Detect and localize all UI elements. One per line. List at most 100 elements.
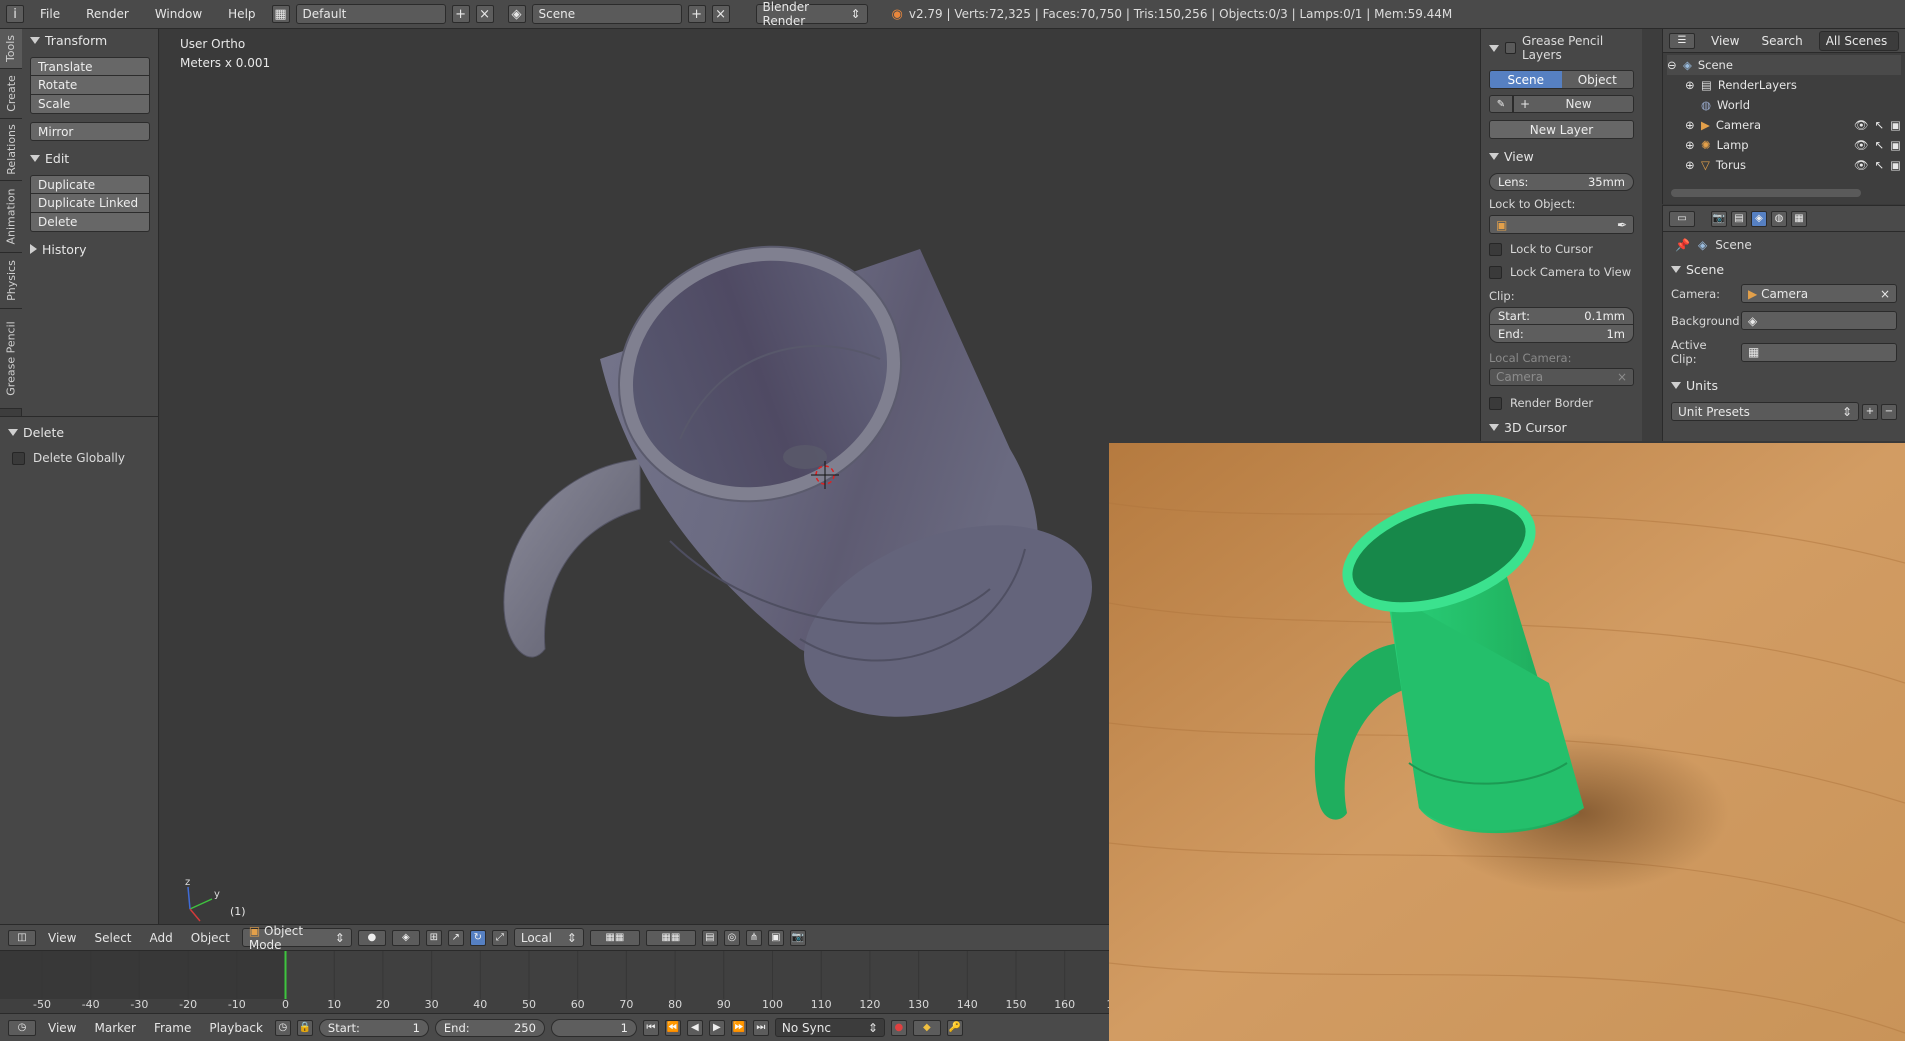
- outliner-menu-search[interactable]: Search: [1755, 34, 1808, 48]
- jump-start-icon[interactable]: ⏮: [642, 1019, 659, 1036]
- outliner-item-world[interactable]: ◍ World: [1667, 95, 1901, 115]
- translate-manipulator-icon[interactable]: ↗: [447, 929, 464, 946]
- next-keyframe-icon[interactable]: ⏩: [730, 1019, 747, 1036]
- marker-menu[interactable]: Marker: [88, 1021, 141, 1035]
- menu-render[interactable]: Render: [76, 7, 139, 21]
- screen-layout-icon[interactable]: ▦: [271, 5, 290, 23]
- rotate-button[interactable]: Rotate: [30, 76, 150, 95]
- render-engine-dropdown[interactable]: Blender Render ⇕: [755, 0, 868, 28]
- add-preset-button[interactable]: +: [1862, 403, 1878, 420]
- render-border-checkbox[interactable]: [1489, 396, 1502, 410]
- select-arrow-icon[interactable]: ↖: [1874, 138, 1884, 152]
- add-menu[interactable]: Add: [144, 931, 179, 945]
- tab-animation[interactable]: Animation: [0, 181, 22, 253]
- lock-camera-checkbox[interactable]: [1489, 265, 1502, 279]
- translate-button[interactable]: Translate: [30, 57, 150, 76]
- menu-window[interactable]: Window: [145, 7, 212, 21]
- mode-dropdown[interactable]: ▣ Object Mode ⇕: [241, 924, 352, 952]
- new-layer-button[interactable]: New Layer: [1489, 120, 1634, 139]
- snap-icon[interactable]: ⋔: [745, 929, 762, 946]
- visibility-eye-icon[interactable]: 👁: [1854, 138, 1869, 152]
- tab-physics[interactable]: Physics: [0, 253, 22, 309]
- transform-panel-header[interactable]: Transform: [22, 29, 158, 51]
- 3d-view-editor-icon[interactable]: ◫: [8, 929, 36, 946]
- 3d-cursor-panel-header[interactable]: 3D Cursor: [1481, 416, 1642, 438]
- tab-grease-pencil[interactable]: Grease Pencil: [0, 309, 22, 409]
- remove-layout-button[interactable]: ×: [475, 5, 494, 23]
- frame-menu[interactable]: Frame: [148, 1021, 197, 1035]
- pivot-icon[interactable]: ◈: [391, 929, 420, 946]
- outliner-item-renderlayers[interactable]: ⊕ ▤ RenderLayers: [1667, 75, 1901, 95]
- info-editor-icon[interactable]: i: [6, 5, 24, 23]
- gp-new-button[interactable]: + New: [1513, 95, 1634, 113]
- timeline[interactable]: -50 -40 -30 -20 -10 0 10 20 30 40 50 60 70 80 90 100 110…: [0, 950, 1120, 1014]
- menu-help[interactable]: Help: [218, 7, 265, 21]
- manipulator-toggle-icon[interactable]: ⊞: [425, 929, 442, 946]
- jump-end-icon[interactable]: ⏭: [752, 1019, 769, 1036]
- play-reverse-icon[interactable]: ◀: [686, 1019, 703, 1036]
- visibility-eye-icon[interactable]: 👁: [1854, 158, 1869, 172]
- outliner-item-lamp[interactable]: ⊕ ✺ Lamp 👁 ↖ ▣: [1667, 135, 1901, 155]
- clip-start-field[interactable]: Start: 0.1mm: [1489, 307, 1634, 325]
- unit-presets-dropdown[interactable]: Unit Presets ⇕: [1671, 402, 1859, 421]
- outliner-item-torus[interactable]: ⊕ ▽ Torus 👁 ↖ ▣: [1667, 155, 1901, 175]
- screen-layout-field[interactable]: Default: [295, 4, 446, 24]
- current-frame-field[interactable]: 1: [550, 1018, 637, 1037]
- clip-end-field[interactable]: End: 1m: [1489, 325, 1634, 343]
- render-preview-icon[interactable]: 📷: [789, 929, 806, 946]
- lock-camera-option[interactable]: Lock Camera to View: [1489, 265, 1634, 279]
- render-icon[interactable]: ▣: [1890, 138, 1901, 152]
- record-icon[interactable]: ●: [890, 1019, 907, 1036]
- remove-preset-button[interactable]: −: [1881, 403, 1897, 420]
- render-layer-icon[interactable]: ▤: [701, 929, 718, 946]
- view-menu[interactable]: View: [42, 931, 82, 945]
- object-menu[interactable]: Object: [185, 931, 236, 945]
- render-icon[interactable]: ▣: [1890, 158, 1901, 172]
- orientation-dropdown[interactable]: Local ⇕: [513, 928, 584, 947]
- scene-icon[interactable]: ◈: [507, 5, 526, 23]
- render-icon[interactable]: ▣: [1890, 118, 1901, 132]
- outliner-editor-icon[interactable]: ☰: [1669, 32, 1695, 49]
- menu-file[interactable]: File: [30, 7, 70, 21]
- edit-panel-header[interactable]: Edit: [22, 147, 158, 169]
- proportional-edit-icon[interactable]: ◎: [723, 929, 740, 946]
- lens-field[interactable]: Lens: 35mm: [1489, 173, 1634, 191]
- eyedropper-icon[interactable]: ✒: [1617, 218, 1627, 232]
- scene-field[interactable]: Scene: [531, 4, 682, 24]
- prev-keyframe-icon[interactable]: ⏪: [664, 1019, 681, 1036]
- delete-globally-option[interactable]: Delete Globally: [0, 443, 158, 473]
- playback-menu[interactable]: Playback: [203, 1021, 269, 1035]
- view-panel-header[interactable]: View: [1481, 145, 1642, 167]
- display-mode-dropdown[interactable]: All Scenes: [1818, 30, 1899, 51]
- add-layout-button[interactable]: +: [451, 5, 470, 23]
- clear-icon[interactable]: ×: [1617, 370, 1627, 384]
- active-clip-field[interactable]: ▦: [1741, 342, 1897, 362]
- scene-camera-field[interactable]: ▶ Camera ×: [1741, 284, 1897, 303]
- scale-button[interactable]: Scale: [30, 95, 150, 114]
- duplicate-button[interactable]: Duplicate: [30, 175, 150, 194]
- history-panel-header[interactable]: History: [22, 238, 158, 260]
- units-panel-header[interactable]: Units: [1663, 374, 1905, 396]
- play-icon[interactable]: ▶: [708, 1019, 725, 1036]
- add-scene-button[interactable]: +: [687, 5, 706, 23]
- render-border-option[interactable]: Render Border: [1489, 396, 1634, 410]
- lock-object-field[interactable]: ▣ ✒: [1489, 215, 1634, 234]
- preview-range-icon[interactable]: ◷: [274, 1019, 291, 1036]
- lock-range-icon[interactable]: 🔒: [296, 1019, 313, 1036]
- timeline-ruler[interactable]: -50 -40 -30 -20 -10 0 10 20 30 40 50 60 70 80 90 100 110…: [0, 951, 1120, 1014]
- select-arrow-icon[interactable]: ↖: [1874, 158, 1884, 172]
- timeline-view-menu[interactable]: View: [42, 1021, 82, 1035]
- rotate-manipulator-icon[interactable]: ↻: [469, 929, 486, 946]
- snap-element-icon[interactable]: ▣: [767, 929, 784, 946]
- render-layers-tab-icon[interactable]: ▤: [1731, 210, 1747, 227]
- delete-operator-header[interactable]: Delete: [0, 421, 158, 443]
- layers-icon[interactable]: ▦▦: [645, 929, 696, 946]
- tab-create[interactable]: Create: [0, 69, 22, 119]
- scene-layers-icon[interactable]: ▦▦: [589, 929, 640, 946]
- scale-manipulator-icon[interactable]: ⤢: [491, 929, 508, 946]
- sync-dropdown[interactable]: No Sync ⇕: [774, 1018, 885, 1037]
- outliner-item-camera[interactable]: ⊕ ▶ Camera 👁 ↖ ▣: [1667, 115, 1901, 135]
- end-frame-field[interactable]: End: 250: [434, 1018, 545, 1037]
- outliner-scrollbar[interactable]: [1671, 189, 1861, 197]
- scene-panel-header[interactable]: Scene: [1663, 258, 1905, 280]
